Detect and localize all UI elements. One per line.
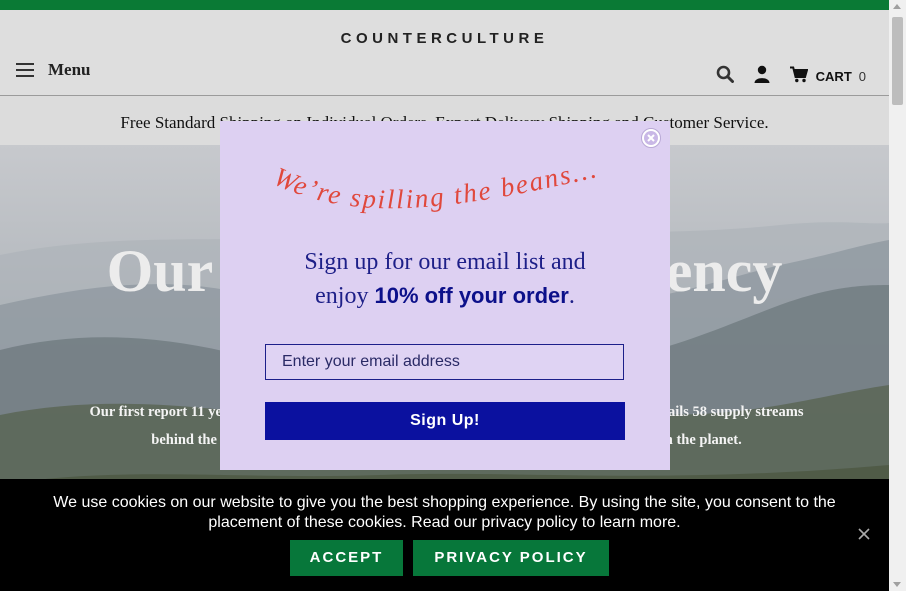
accept-cookies-button[interactable]: ACCEPT bbox=[290, 540, 403, 576]
header-actions: CART 0 bbox=[716, 65, 866, 88]
sign-up-button[interactable]: Sign Up! bbox=[265, 402, 625, 440]
search-icon[interactable] bbox=[716, 65, 734, 88]
signup-line-2-suffix: . bbox=[568, 283, 575, 309]
signup-line-2-prefix: enjoy bbox=[315, 283, 375, 309]
signup-line-1: Sign up for our email list and bbox=[304, 249, 586, 275]
signup-offer-text: Sign up for our email list and enjoy 10%… bbox=[240, 246, 650, 313]
account-icon[interactable] bbox=[754, 65, 770, 88]
scrollbar[interactable] bbox=[889, 0, 906, 591]
site-header: COUNTERCULTURE Menu CART 0 bbox=[0, 10, 889, 96]
scroll-down-icon[interactable] bbox=[893, 582, 901, 587]
discount-text: 10% off your order bbox=[374, 283, 569, 308]
close-icon[interactable] bbox=[857, 527, 871, 541]
menu-label: Menu bbox=[48, 60, 91, 79]
cart-button[interactable]: CART 0 bbox=[789, 66, 866, 88]
cart-label: CART bbox=[815, 69, 852, 84]
email-input[interactable]: Enter your email address bbox=[265, 344, 624, 380]
email-placeholder: Enter your email address bbox=[282, 353, 460, 370]
privacy-policy-button[interactable]: PRIVACY POLICY bbox=[413, 540, 609, 576]
svg-text:We’re spilling the beans...: We’re spilling the beans... bbox=[270, 153, 601, 214]
hamburger-icon bbox=[16, 63, 34, 77]
top-accent-bar bbox=[0, 0, 889, 10]
cart-icon bbox=[789, 66, 808, 88]
scroll-up-icon[interactable] bbox=[893, 4, 901, 9]
popup-tagline: We’re spilling the beans... bbox=[270, 153, 601, 214]
menu-button[interactable]: Menu bbox=[16, 60, 91, 80]
email-signup-popup: We’re spilling the beans... Sign up for … bbox=[220, 121, 670, 470]
signup-line-2: enjoy 10% off your order. bbox=[240, 279, 650, 313]
cookie-banner: We use cookies on our website to give yo… bbox=[0, 479, 889, 591]
tagline-text: We’re spilling the beans... bbox=[270, 153, 599, 214]
cart-count: 0 bbox=[858, 69, 866, 84]
scrollbar-thumb[interactable] bbox=[892, 17, 903, 105]
site-logo[interactable]: COUNTERCULTURE bbox=[0, 30, 889, 47]
cookie-text: We use cookies on our website to give yo… bbox=[53, 494, 836, 531]
